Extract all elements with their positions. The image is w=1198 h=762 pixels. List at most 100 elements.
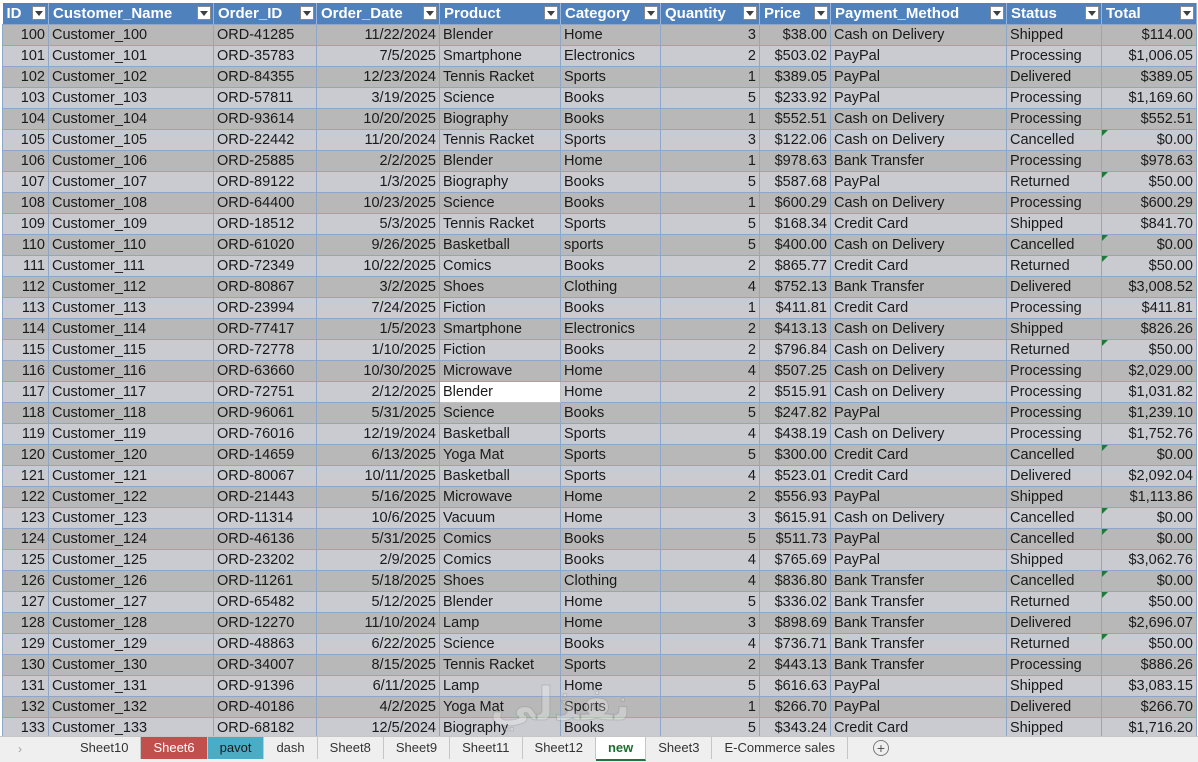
cell-id[interactable]: 114 [2, 318, 49, 340]
cell-status[interactable]: Processing [1006, 402, 1102, 424]
cell-category[interactable]: Home [560, 150, 661, 172]
cell-total[interactable]: $886.26 [1101, 654, 1197, 676]
cell-product[interactable]: Yoga Mat [439, 696, 561, 718]
cell-customer-name[interactable]: Customer_118 [48, 402, 214, 424]
cell-price[interactable]: $587.68 [759, 171, 831, 193]
cell-price[interactable]: $507.25 [759, 360, 831, 382]
cell-total[interactable]: $826.26 [1101, 318, 1197, 340]
cell-order-date[interactable]: 11/10/2024 [316, 612, 440, 634]
cell-order-date[interactable]: 2/12/2025 [316, 381, 440, 403]
cell-order-date[interactable]: 6/13/2025 [316, 444, 440, 466]
cell-order-id[interactable]: ORD-35783 [213, 45, 317, 67]
cell-payment-method[interactable]: PayPal [830, 696, 1007, 718]
cell-category[interactable]: Books [560, 255, 661, 277]
column-header-product[interactable]: Product [439, 3, 561, 25]
cell-order-date[interactable]: 2/9/2025 [316, 549, 440, 571]
cell-id[interactable]: 130 [2, 654, 49, 676]
filter-dropdown-icon[interactable] [1180, 6, 1194, 20]
cell-order-date[interactable]: 11/20/2024 [316, 129, 440, 151]
cell-order-date[interactable]: 6/11/2025 [316, 675, 440, 697]
cell-total[interactable]: $389.05 [1101, 66, 1197, 88]
cell-customer-name[interactable]: Customer_128 [48, 612, 214, 634]
cell-id[interactable]: 123 [2, 507, 49, 529]
cell-price[interactable]: $978.63 [759, 150, 831, 172]
cell-product[interactable]: Biography [439, 171, 561, 193]
column-header-category[interactable]: Category [560, 3, 661, 25]
cell-order-id[interactable]: ORD-76016 [213, 423, 317, 445]
cell-category[interactable]: Books [560, 717, 661, 736]
cell-id[interactable]: 105 [2, 129, 49, 151]
cell-product[interactable]: Yoga Mat [439, 444, 561, 466]
cell-price[interactable]: $600.29 [759, 192, 831, 214]
cell-order-id[interactable]: ORD-41285 [213, 24, 317, 46]
cell-price[interactable]: $247.82 [759, 402, 831, 424]
cell-payment-method[interactable]: PayPal [830, 45, 1007, 67]
cell-total[interactable]: $1,752.76 [1101, 423, 1197, 445]
cell-product[interactable]: Tennis Racket [439, 129, 561, 151]
cell-payment-method[interactable]: Cash on Delivery [830, 192, 1007, 214]
cell-quantity[interactable]: 1 [660, 66, 760, 88]
cell-status[interactable]: Processing [1006, 108, 1102, 130]
cell-category[interactable]: Books [560, 402, 661, 424]
cell-price[interactable]: $523.01 [759, 465, 831, 487]
cell-id[interactable]: 113 [2, 297, 49, 319]
cell-status[interactable]: Returned [1006, 591, 1102, 613]
cell-order-date[interactable]: 12/23/2024 [316, 66, 440, 88]
cell-quantity[interactable]: 5 [660, 234, 760, 256]
cell-order-id[interactable]: ORD-21443 [213, 486, 317, 508]
cell-quantity[interactable]: 1 [660, 150, 760, 172]
cell-price[interactable]: $411.81 [759, 297, 831, 319]
column-header-total[interactable]: Total [1101, 3, 1197, 25]
cell-id[interactable]: 128 [2, 612, 49, 634]
cell-category[interactable]: Books [560, 549, 661, 571]
cell-customer-name[interactable]: Customer_101 [48, 45, 214, 67]
cell-total[interactable]: $0.00 [1101, 234, 1197, 256]
cell-quantity[interactable]: 5 [660, 444, 760, 466]
cell-order-id[interactable]: ORD-96061 [213, 402, 317, 424]
cell-product[interactable]: Blender [439, 24, 561, 46]
cell-customer-name[interactable]: Customer_132 [48, 696, 214, 718]
cell-category[interactable]: Books [560, 633, 661, 655]
cell-order-date[interactable]: 5/18/2025 [316, 570, 440, 592]
cell-customer-name[interactable]: Customer_115 [48, 339, 214, 361]
cell-category[interactable]: sports [560, 234, 661, 256]
cell-product[interactable]: Science [439, 402, 561, 424]
cell-customer-name[interactable]: Customer_124 [48, 528, 214, 550]
cell-order-date[interactable]: 2/2/2025 [316, 150, 440, 172]
cell-customer-name[interactable]: Customer_102 [48, 66, 214, 88]
cell-price[interactable]: $736.71 [759, 633, 831, 655]
cell-customer-name[interactable]: Customer_133 [48, 717, 214, 736]
cell-order-id[interactable]: ORD-34007 [213, 654, 317, 676]
cell-customer-name[interactable]: Customer_119 [48, 423, 214, 445]
filter-dropdown-icon[interactable] [423, 6, 437, 20]
cell-category[interactable]: Electronics [560, 318, 661, 340]
cell-total[interactable]: $1,006.05 [1101, 45, 1197, 67]
cell-price[interactable]: $122.06 [759, 129, 831, 151]
cell-order-id[interactable]: ORD-18512 [213, 213, 317, 235]
cell-order-date[interactable]: 1/5/2023 [316, 318, 440, 340]
cell-status[interactable]: Cancelled [1006, 507, 1102, 529]
cell-customer-name[interactable]: Customer_120 [48, 444, 214, 466]
cell-product[interactable]: Science [439, 192, 561, 214]
cell-quantity[interactable]: 1 [660, 297, 760, 319]
cell-price[interactable]: $389.05 [759, 66, 831, 88]
cell-customer-name[interactable]: Customer_123 [48, 507, 214, 529]
cell-customer-name[interactable]: Customer_126 [48, 570, 214, 592]
cell-id[interactable]: 112 [2, 276, 49, 298]
cell-order-id[interactable]: ORD-84355 [213, 66, 317, 88]
cell-category[interactable]: Home [560, 507, 661, 529]
cell-payment-method[interactable]: Credit Card [830, 213, 1007, 235]
cell-customer-name[interactable]: Customer_111 [48, 255, 214, 277]
cell-product[interactable]: Comics [439, 528, 561, 550]
cell-payment-method[interactable]: PayPal [830, 87, 1007, 109]
cell-total[interactable]: $3,083.15 [1101, 675, 1197, 697]
column-header-id[interactable]: ID [2, 3, 49, 25]
cell-customer-name[interactable]: Customer_110 [48, 234, 214, 256]
cell-order-date[interactable]: 10/20/2025 [316, 108, 440, 130]
cell-product[interactable]: Lamp [439, 675, 561, 697]
cell-total[interactable]: $841.70 [1101, 213, 1197, 235]
cell-order-date[interactable]: 3/19/2025 [316, 87, 440, 109]
cell-customer-name[interactable]: Customer_106 [48, 150, 214, 172]
cell-customer-name[interactable]: Customer_113 [48, 297, 214, 319]
cell-order-date[interactable]: 10/22/2025 [316, 255, 440, 277]
